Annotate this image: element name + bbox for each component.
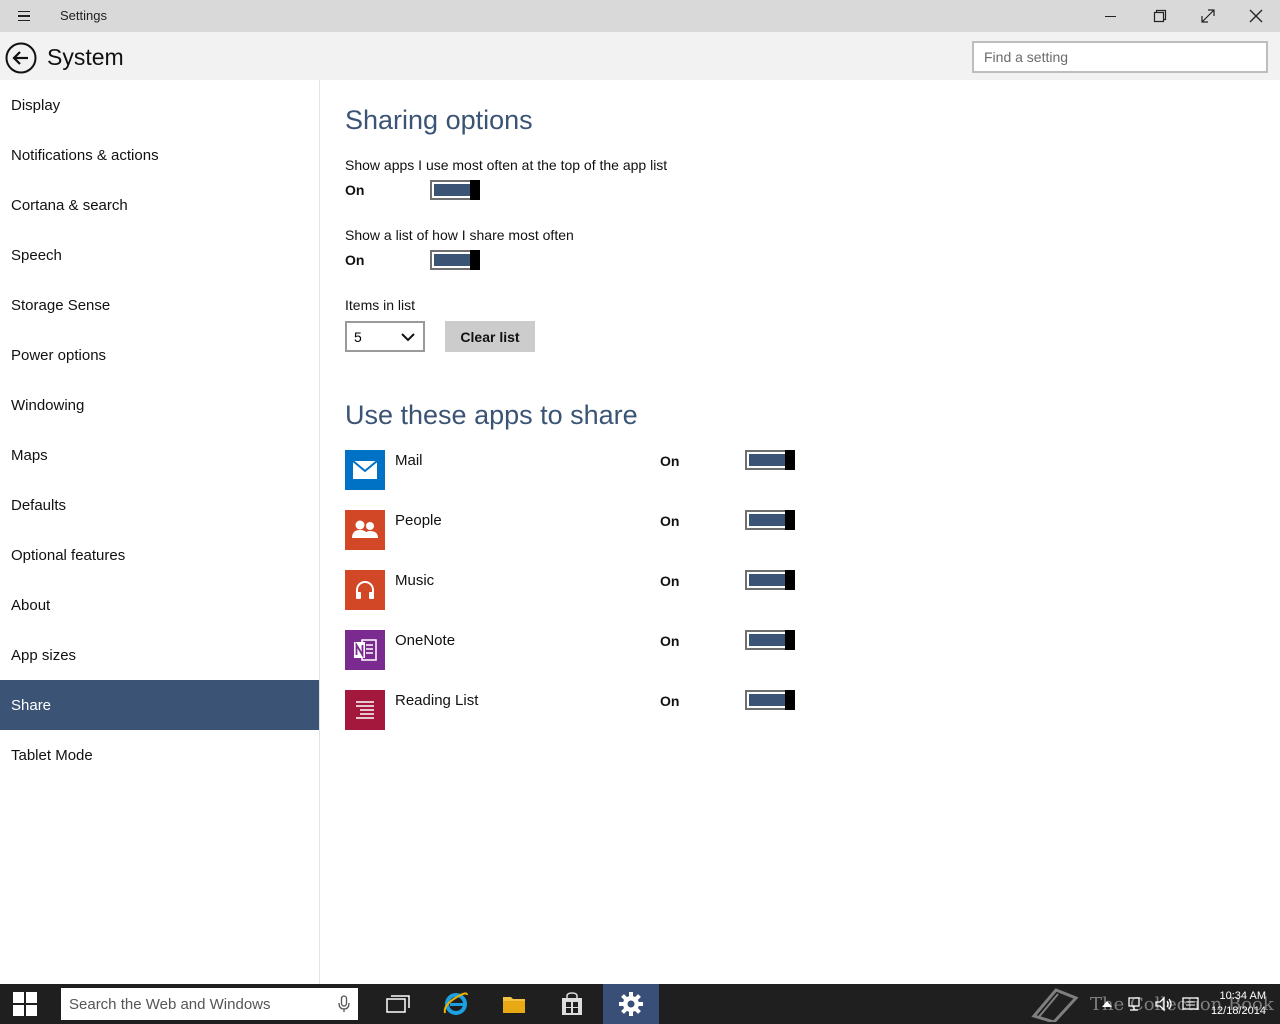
sidebar-item-display[interactable]: Display xyxy=(0,80,319,130)
taskbar-search-box xyxy=(61,988,358,1020)
music-icon xyxy=(345,570,385,610)
app-row-reading-list: Reading List On xyxy=(345,690,805,730)
minimize-button[interactable] xyxy=(1088,0,1134,32)
option-share-list-state: On xyxy=(345,252,365,268)
clock-time: 10:34 AM xyxy=(1219,990,1266,1002)
start-button[interactable] xyxy=(0,984,50,1024)
network-icon[interactable] xyxy=(1128,996,1146,1012)
hamburger-menu-icon[interactable] xyxy=(10,6,38,26)
sidebar-item-tablet-mode[interactable]: Tablet Mode xyxy=(0,730,319,780)
back-arrow-icon xyxy=(5,42,37,74)
sidebar-item-power-options[interactable]: Power options xyxy=(0,330,319,380)
frequent-apps-toggle[interactable] xyxy=(430,180,480,200)
taskbar: The Collection Book 10:34 AM 12/18/2014 xyxy=(0,984,1280,1024)
microphone-icon[interactable] xyxy=(338,995,350,1013)
show-hidden-icons-icon[interactable] xyxy=(1100,997,1114,1011)
app-state: On xyxy=(660,453,680,469)
clock-date: 12/18/2014 xyxy=(1210,1005,1266,1017)
mail-share-toggle[interactable] xyxy=(745,450,795,470)
app-name: OneNote xyxy=(395,632,456,649)
taskbar-settings[interactable] xyxy=(603,984,659,1024)
music-share-toggle[interactable] xyxy=(745,570,795,590)
folder-icon xyxy=(503,997,525,1013)
window-title: Settings xyxy=(60,8,107,23)
app-name: Music xyxy=(395,572,435,589)
mail-icon xyxy=(345,450,385,490)
expand-icon xyxy=(1201,9,1215,23)
sidebar-item-defaults[interactable]: Defaults xyxy=(0,480,319,530)
share-apps-heading: Use these apps to share xyxy=(345,400,638,430)
app-row-people: People On xyxy=(345,510,805,550)
app-name: Reading List xyxy=(395,692,479,709)
store-bag-icon xyxy=(562,992,582,1015)
restore-button[interactable] xyxy=(1137,0,1183,32)
task-view-button[interactable] xyxy=(370,984,426,1024)
page-title: System xyxy=(47,44,124,70)
taskbar-search-input[interactable] xyxy=(61,988,321,1020)
app-row-mail: Mail On xyxy=(345,450,805,490)
app-row-onenote: OneNote On xyxy=(345,630,805,670)
volume-icon[interactable] xyxy=(1154,996,1174,1012)
close-icon xyxy=(1249,9,1263,23)
sidebar-item-optional-features[interactable]: Optional features xyxy=(0,530,319,580)
close-button[interactable] xyxy=(1233,0,1279,32)
app-state: On xyxy=(660,693,680,709)
sharing-options-heading: Sharing options xyxy=(345,105,533,135)
find-setting-input[interactable] xyxy=(972,41,1268,73)
app-state: On xyxy=(660,513,680,529)
people-icon xyxy=(345,510,385,550)
items-in-list-value: 5 xyxy=(354,329,362,345)
title-bar: Settings xyxy=(0,0,1280,32)
option-frequent-apps-state: On xyxy=(345,182,365,198)
page-header: System xyxy=(0,32,1280,80)
chevron-down-icon xyxy=(401,333,415,342)
sidebar-item-cortana[interactable]: Cortana & search xyxy=(0,180,319,230)
app-name: People xyxy=(395,512,442,529)
sidebar-item-notifications[interactable]: Notifications & actions xyxy=(0,130,319,180)
sidebar-item-windowing[interactable]: Windowing xyxy=(0,380,319,430)
taskbar-internet-explorer[interactable] xyxy=(428,984,484,1024)
sidebar-item-speech[interactable]: Speech xyxy=(0,230,319,280)
app-state: On xyxy=(660,633,680,649)
items-in-list-dropdown[interactable]: 5 xyxy=(345,321,425,352)
fullscreen-button[interactable] xyxy=(1185,0,1231,32)
book-logo-icon xyxy=(1031,988,1079,1022)
restore-icon xyxy=(1153,9,1167,23)
system-tray xyxy=(1100,984,1200,1024)
action-center-icon[interactable] xyxy=(1182,996,1200,1012)
sidebar-item-share[interactable]: Share xyxy=(0,680,319,730)
option-frequent-apps-label: Show apps I use most often at the top of… xyxy=(345,157,668,173)
internet-explorer-icon xyxy=(443,992,468,1015)
sidebar-item-maps[interactable]: Maps xyxy=(0,430,319,480)
sidebar: Display Notifications & actions Cortana … xyxy=(0,80,320,984)
gear-icon xyxy=(619,992,643,1016)
onenote-icon xyxy=(345,630,385,670)
option-share-list-label: Show a list of how I share most often xyxy=(345,227,574,243)
sidebar-item-about[interactable]: About xyxy=(0,580,319,630)
taskbar-clock[interactable]: 10:34 AM 12/18/2014 xyxy=(1211,989,1266,1019)
task-view-icon xyxy=(386,995,410,1013)
sidebar-item-app-sizes[interactable]: App sizes xyxy=(0,630,319,680)
reading-list-icon xyxy=(345,690,385,730)
onenote-share-toggle[interactable] xyxy=(745,630,795,650)
app-row-music: Music On xyxy=(345,570,805,610)
sidebar-item-storage-sense[interactable]: Storage Sense xyxy=(0,280,319,330)
minimize-icon xyxy=(1105,16,1116,17)
windows-logo-icon xyxy=(13,992,37,1016)
reading-list-share-toggle[interactable] xyxy=(745,690,795,710)
clear-list-button[interactable]: Clear list xyxy=(445,321,535,352)
app-state: On xyxy=(660,573,680,589)
back-button[interactable] xyxy=(5,42,37,74)
taskbar-file-explorer[interactable] xyxy=(486,984,542,1024)
app-name: Mail xyxy=(395,452,423,469)
people-share-toggle[interactable] xyxy=(745,510,795,530)
share-list-toggle[interactable] xyxy=(430,250,480,270)
items-in-list-label: Items in list xyxy=(345,297,416,313)
taskbar-store[interactable] xyxy=(544,984,600,1024)
